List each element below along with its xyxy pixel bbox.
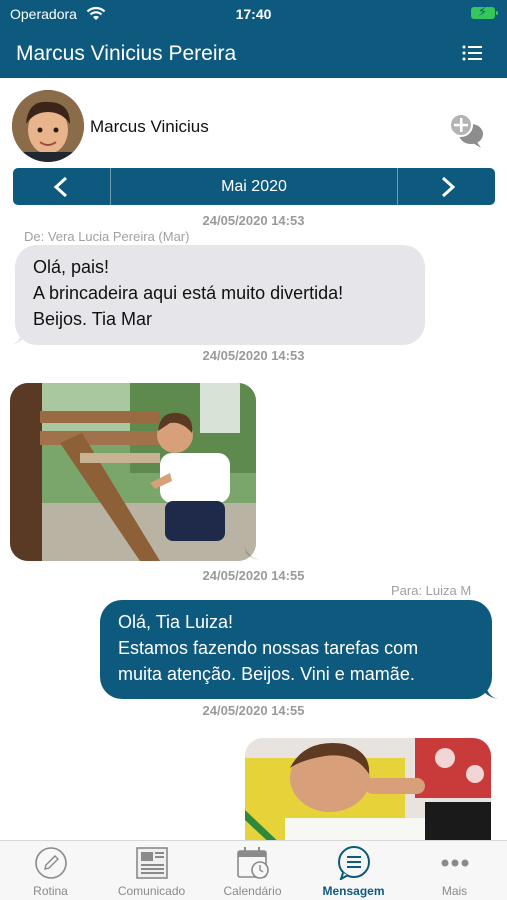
message-line: Beijos. Tia Mar <box>33 309 153 329</box>
avatar[interactable] <box>12 90 84 162</box>
tab-calendario[interactable]: Calendário <box>202 841 303 900</box>
bubble-tail <box>10 328 28 345</box>
status-bar: Operadora 17:40 ⚡ <box>0 0 507 30</box>
tab-label: Calendário <box>223 884 282 898</box>
pencil-icon <box>35 847 67 879</box>
message-line: A brincadeira aqui está muito divertida! <box>33 283 344 303</box>
tab-mensagem[interactable]: Mensagem <box>303 841 404 900</box>
student-name: Marcus Vinicius <box>90 117 209 136</box>
app-header: Marcus Vinicius Pereira <box>0 30 507 78</box>
page-title: Marcus Vinicius Pereira <box>16 42 237 65</box>
new-chat-icon[interactable] <box>447 113 487 149</box>
student-profile: Marcus Vinicius <box>0 88 507 164</box>
message-bubble-incoming[interactable]: Olá, pais! A brincadeira aqui está muito… <box>15 245 425 345</box>
chevron-left-icon <box>53 176 68 198</box>
message-timestamp: 24/05/2020 14:55 <box>202 568 305 583</box>
message-line: muita atenção. Beijos. Vini e mamãe. <box>118 664 415 684</box>
chevron-right-icon <box>441 176 456 198</box>
clock: 17:40 <box>235 6 272 22</box>
message-timestamp: 24/05/2020 14:53 <box>202 213 305 228</box>
tab-label: Mais <box>441 884 468 898</box>
sender-label: De: Vera Lucia Pereira (Mar) <box>24 229 190 244</box>
tab-label: Rotina <box>33 884 68 898</box>
message-line: Estamos fazendo nossas tarefas com <box>118 638 419 658</box>
child-on-playground-photo[interactable] <box>10 383 256 561</box>
bubble-tail <box>480 682 498 699</box>
recipient-label: Para: Luiza M <box>391 583 472 598</box>
calendar-icon <box>237 847 269 879</box>
more-icon <box>441 859 469 867</box>
message-line: Olá, pais! <box>33 257 110 277</box>
tab-mais[interactable]: Mais <box>404 841 505 900</box>
list-icon[interactable] <box>461 42 483 64</box>
tab-label: Mensagem <box>322 884 385 898</box>
message-bubble-outgoing[interactable]: Olá, Tia Luiza! Estamos fazendo nossas t… <box>100 600 492 699</box>
next-month-button[interactable] <box>397 168 495 205</box>
message-timestamp: 24/05/2020 14:55 <box>202 703 305 718</box>
tab-label: Comunicado <box>117 884 186 898</box>
bubble-tail <box>244 545 260 560</box>
tab-bar: Rotina Comunicado Calendário Mensagem Ma… <box>0 840 507 900</box>
month-navigator: Mai 2020 <box>13 168 495 205</box>
newspaper-icon <box>136 847 168 879</box>
message-line: Olá, Tia Luiza! <box>118 612 234 632</box>
previous-month-button[interactable] <box>13 168 111 205</box>
tab-comunicado[interactable]: Comunicado <box>101 841 202 900</box>
child-drawing-photo[interactable] <box>245 738 491 848</box>
message-icon <box>338 846 370 880</box>
message-timestamp: 24/05/2020 14:53 <box>202 348 305 363</box>
battery-icon: ⚡ <box>471 4 498 19</box>
month-label: Mai 2020 <box>221 178 287 195</box>
tab-rotina[interactable]: Rotina <box>0 841 101 900</box>
